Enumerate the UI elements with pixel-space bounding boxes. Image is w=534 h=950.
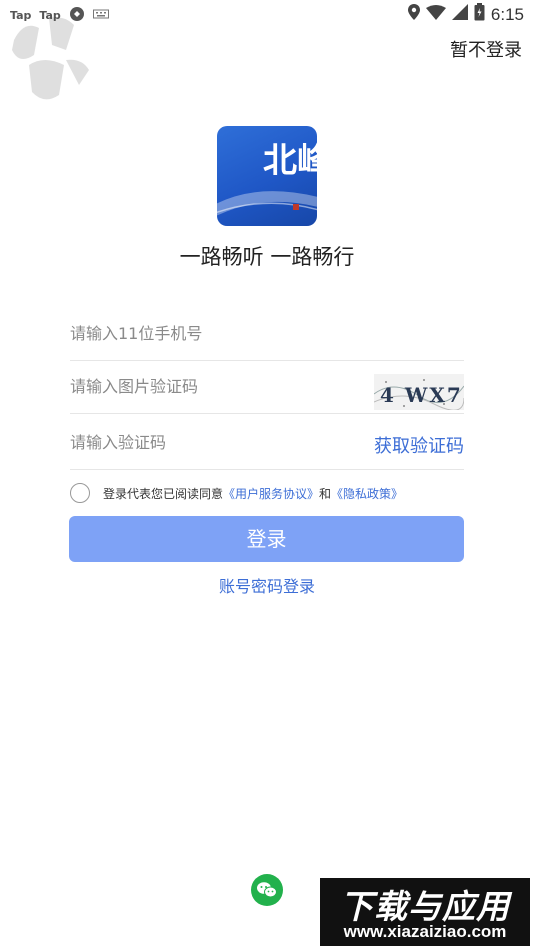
watermark-title: 下载与应用 xyxy=(340,887,510,926)
app-slogan: 一路畅听 一路畅行 xyxy=(179,245,355,269)
captcha-input[interactable] xyxy=(70,360,360,412)
privacy-policy-link[interactable]: 《隐私政策》 xyxy=(331,487,403,501)
sms-field-row: 获取验证码 xyxy=(70,416,464,470)
phone-input[interactable] xyxy=(70,307,360,359)
agreement-row: 登录代表您已阅读同意《用户服务协议》和《隐私政策》 xyxy=(70,481,490,505)
captcha-image[interactable]: 4 WX7 xyxy=(373,374,465,411)
location-icon xyxy=(407,4,420,25)
keyboard-icon xyxy=(92,8,109,23)
status-time: 6:15 xyxy=(490,4,524,24)
logo-watermark xyxy=(4,10,94,105)
download-site-watermark: 下载与应用 www.xiazaiziao.com xyxy=(320,878,530,946)
user-agreement-link[interactable]: 《用户服务协议》 xyxy=(223,487,319,501)
password-login-link[interactable]: 账号密码登录 xyxy=(0,573,534,597)
login-button[interactable]: 登录 xyxy=(69,516,464,562)
phone-field-row xyxy=(70,307,464,361)
agreement-middle: 和 xyxy=(319,486,332,501)
sms-code-input[interactable] xyxy=(70,416,360,468)
get-code-button[interactable]: 获取验证码 xyxy=(374,432,464,458)
watermark-url: www.xiazaiziao.com xyxy=(343,922,507,941)
agreement-prefix: 登录代表您已阅读同意 xyxy=(103,486,224,501)
wifi-icon xyxy=(425,4,446,25)
wechat-login-icon[interactable] xyxy=(251,874,283,906)
agree-radio[interactable] xyxy=(70,483,90,503)
signal-icon xyxy=(451,4,468,25)
app-logo: 北峰 xyxy=(217,126,317,226)
captcha-field-row: 4 WX7 xyxy=(70,360,465,414)
agreement-text: 登录代表您已阅读同意《用户服务协议》和《隐私政策》 xyxy=(103,485,403,502)
logo-text-bei: 北峰 xyxy=(263,141,317,181)
skip-login-link[interactable]: 暂不登录 xyxy=(450,36,522,62)
captcha-text: 4 WX7 xyxy=(380,383,463,407)
battery-icon xyxy=(474,3,485,26)
